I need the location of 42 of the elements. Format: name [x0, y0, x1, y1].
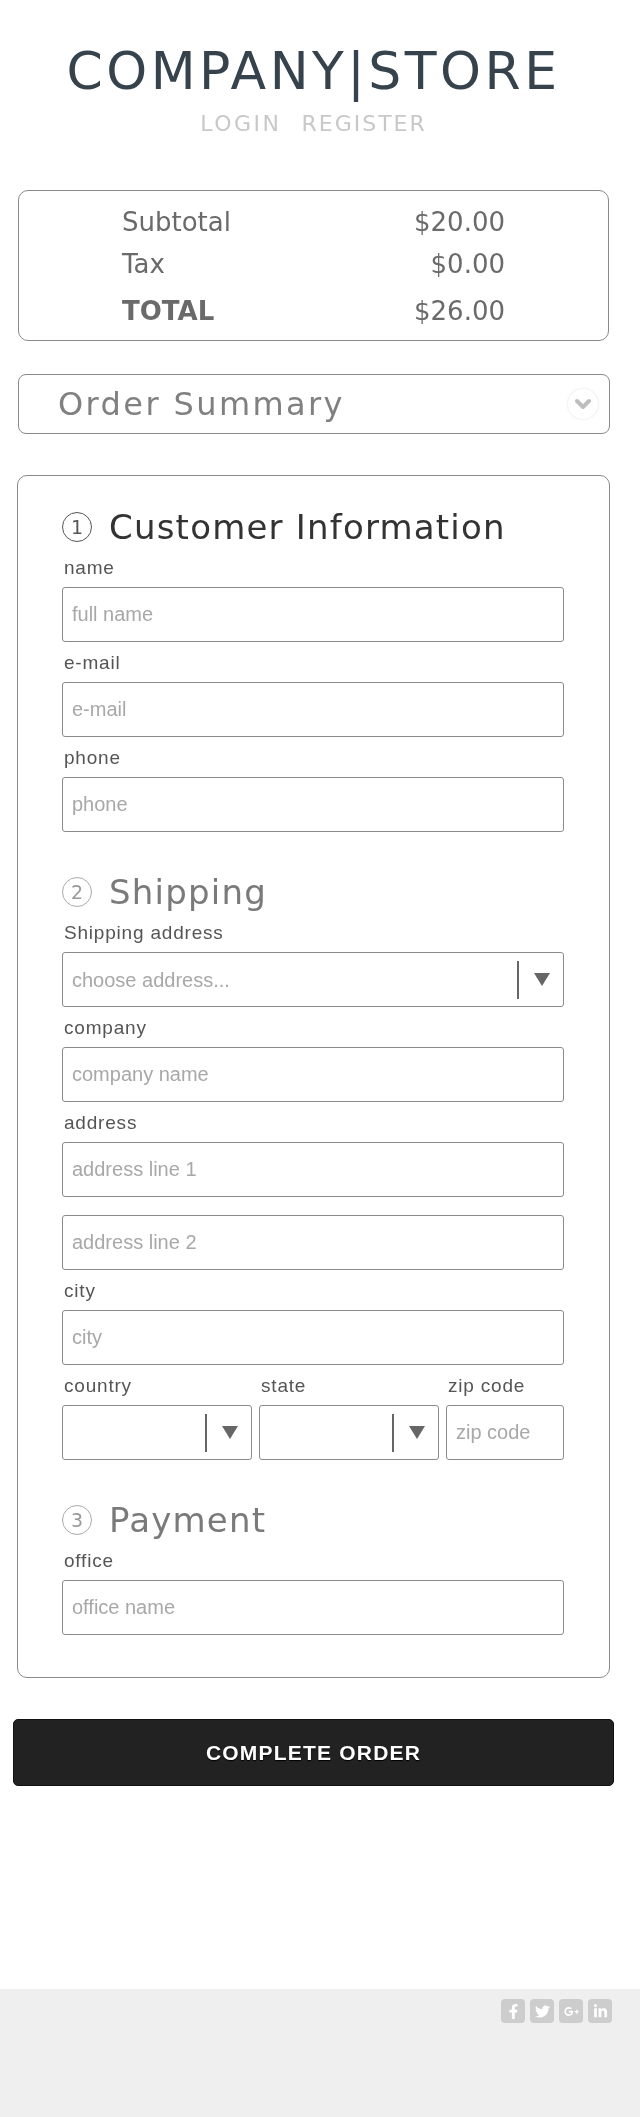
input-field[interactable]: office name: [62, 1580, 564, 1635]
summary-value: $0.00: [430, 247, 505, 281]
complete-order-button[interactable]: COMPLETE ORDER: [13, 1719, 614, 1786]
summary-label: TOTAL: [122, 294, 215, 328]
input-field[interactable]: address line 2: [62, 1215, 564, 1270]
field-label: company: [63, 1017, 148, 1039]
input-field[interactable]: company name: [62, 1047, 564, 1102]
section-title: Customer Information: [109, 507, 506, 547]
input-field[interactable]: zip code: [446, 1405, 564, 1460]
dropdown-select[interactable]: choose address...: [62, 952, 564, 1007]
summary-value: $26.00: [414, 294, 505, 328]
summary-label: Subtotal: [122, 205, 231, 239]
summary-label: Tax: [122, 247, 165, 281]
section-title: Payment: [109, 1500, 267, 1540]
field-label: state: [260, 1375, 308, 1397]
dropdown-triangle-icon: [222, 1426, 238, 1439]
input-field[interactable]: address line 1: [62, 1142, 564, 1197]
field-label: city: [63, 1280, 97, 1302]
input-field[interactable]: city: [62, 1310, 564, 1365]
twitter-icon[interactable]: [530, 1999, 554, 2023]
input-field[interactable]: phone: [62, 777, 564, 832]
dropdown-triangle-icon: [409, 1426, 425, 1439]
section-title: Shipping: [109, 872, 267, 912]
order-summary-toggle[interactable]: Order Summary: [18, 374, 610, 434]
dropdown-select[interactable]: [62, 1405, 252, 1460]
dropdown-select[interactable]: [259, 1405, 439, 1460]
input-field[interactable]: e-mail: [62, 682, 564, 737]
field-label: zip code: [447, 1375, 527, 1397]
field-label: country: [63, 1375, 133, 1397]
field-label: name: [63, 557, 116, 579]
google-plus-icon[interactable]: [559, 1999, 583, 2023]
input-field[interactable]: full name: [62, 587, 564, 642]
field-label: office: [63, 1550, 115, 1572]
field-label: address: [63, 1112, 139, 1134]
linkedin-icon[interactable]: [588, 1999, 612, 2023]
facebook-icon[interactable]: [501, 1999, 525, 2023]
field-label: e-mail: [63, 652, 122, 674]
summary-value: $20.00: [414, 205, 505, 239]
dropdown-triangle-icon: [534, 973, 550, 986]
field-label: Shipping address: [63, 922, 225, 944]
field-label: phone: [63, 747, 122, 769]
logo-text: COMPANY|STORE: [66, 41, 561, 101]
